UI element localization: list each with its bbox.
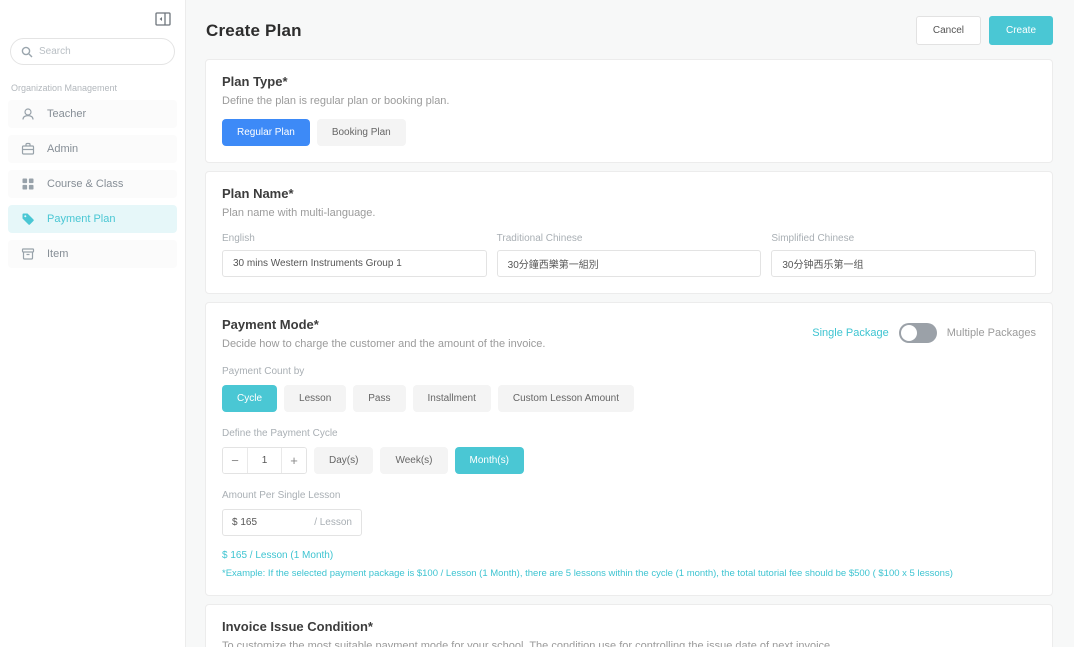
page-title: Create Plan — [206, 21, 302, 41]
cycle-unit-weeks-button[interactable]: Week(s) — [380, 447, 447, 474]
item-icon — [20, 247, 35, 262]
plan-name-traditional-chinese-label: Traditional Chinese — [497, 233, 762, 244]
package-toggle[interactable] — [899, 323, 937, 343]
sidebar-item-label: Admin — [47, 143, 78, 155]
sidebar-item-label: Teacher — [47, 108, 86, 120]
amount-per-single-lesson-label: Amount Per Single Lesson — [222, 490, 1036, 501]
amount-value: $ 165 — [232, 517, 257, 528]
count-by-installment-button[interactable]: Installment — [413, 385, 491, 412]
plan-name-english-label: English — [222, 233, 487, 244]
teacher-icon — [20, 107, 35, 122]
cycle-unit-days-button[interactable]: Day(s) — [314, 447, 373, 474]
sidebar-item-label: Payment Plan — [47, 213, 115, 225]
cycle-plus-button[interactable]: + — [281, 448, 306, 473]
plan-name-description: Plan name with multi-language. — [222, 207, 1036, 219]
count-by-pass-button[interactable]: Pass — [353, 385, 405, 412]
plan-type-section: Plan Type* Define the plan is regular pl… — [205, 59, 1053, 163]
count-by-cycle-button[interactable]: Cycle — [222, 385, 277, 412]
cycle-stepper: − + — [222, 447, 307, 474]
plan-type-description: Define the plan is regular plan or booki… — [222, 95, 1036, 107]
sidebar: Organization Management Teacher Admin — [0, 0, 186, 647]
invoice-issue-description: To customize the most suitable payment m… — [222, 640, 1036, 647]
sidebar-section-label: Organization Management — [11, 83, 185, 93]
plan-name-english-input[interactable] — [222, 250, 487, 277]
sidebar-nav: Teacher Admin Course & Class — [0, 100, 185, 268]
cycle-value-input[interactable] — [248, 448, 281, 473]
amount-per-lesson-field[interactable]: $ 165 / Lesson — [222, 509, 362, 536]
plan-name-title: Plan Name* — [222, 186, 1036, 201]
count-by-custom-lesson-amount-button[interactable]: Custom Lesson Amount — [498, 385, 634, 412]
sidebar-item-course-class[interactable]: Course & Class — [8, 170, 177, 198]
payment-mode-description: Decide how to charge the customer and th… — [222, 338, 545, 350]
multiple-packages-label: Multiple Packages — [947, 327, 1036, 339]
payment-cycle-label: Define the Payment Cycle — [222, 428, 1036, 439]
sidebar-item-label: Item — [47, 248, 68, 260]
toggle-knob — [901, 325, 917, 341]
plan-name-simplified-chinese-input[interactable] — [771, 250, 1036, 277]
main-content: Create Plan Cancel Create Plan Type* Def… — [186, 0, 1074, 647]
single-package-label: Single Package — [812, 327, 888, 339]
payment-plan-icon — [20, 212, 35, 227]
invoice-issue-condition-section: Invoice Issue Condition* To customize th… — [205, 604, 1053, 647]
invoice-issue-title: Invoice Issue Condition* — [222, 619, 1036, 634]
plan-name-simplified-chinese-label: Simplified Chinese — [771, 233, 1036, 244]
search-box[interactable] — [10, 38, 175, 65]
cycle-minus-button[interactable]: − — [223, 448, 248, 473]
payment-example-text: *Example: If the selected payment packag… — [222, 568, 1036, 579]
amount-suffix: / Lesson — [314, 517, 352, 528]
admin-icon — [20, 142, 35, 157]
plan-type-booking-button[interactable]: Booking Plan — [317, 119, 406, 146]
cycle-unit-months-button[interactable]: Month(s) — [455, 447, 524, 474]
sidebar-item-label: Course & Class — [47, 178, 123, 190]
plan-name-traditional-chinese-input[interactable] — [497, 250, 762, 277]
payment-count-by-label: Payment Count by — [222, 366, 1036, 377]
plan-type-title: Plan Type* — [222, 74, 1036, 89]
sidebar-item-admin[interactable]: Admin — [8, 135, 177, 163]
page-header: Create Plan Cancel Create — [186, 0, 1074, 59]
course-class-icon — [20, 177, 35, 192]
payment-summary-text: $ 165 / Lesson (1 Month) — [222, 550, 1036, 561]
app-window: Organization Management Teacher Admin — [0, 0, 1074, 647]
payment-mode-section: Payment Mode* Decide how to charge the c… — [205, 302, 1053, 596]
sidebar-item-teacher[interactable]: Teacher — [8, 100, 177, 128]
search-icon — [21, 46, 33, 58]
search-input[interactable] — [39, 46, 149, 57]
payment-mode-title: Payment Mode* — [222, 317, 545, 332]
plan-name-section: Plan Name* Plan name with multi-language… — [205, 171, 1053, 294]
count-by-lesson-button[interactable]: Lesson — [284, 385, 346, 412]
sidebar-item-payment-plan[interactable]: Payment Plan — [8, 205, 177, 233]
collapse-sidebar-icon[interactable] — [155, 12, 171, 26]
cancel-button[interactable]: Cancel — [916, 16, 981, 45]
plan-type-regular-button[interactable]: Regular Plan — [222, 119, 310, 146]
sidebar-item-item[interactable]: Item — [8, 240, 177, 268]
create-button[interactable]: Create — [989, 16, 1053, 45]
